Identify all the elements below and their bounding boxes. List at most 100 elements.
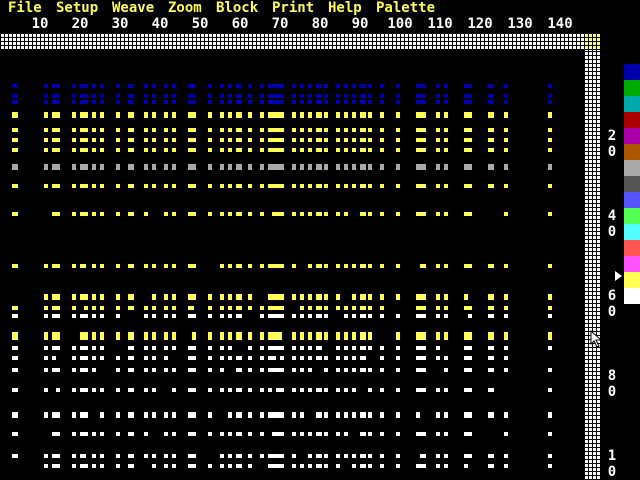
weave-cell (152, 412, 156, 418)
palette-swatch[interactable] (624, 112, 640, 128)
tieup-corner[interactable] (584, 34, 600, 50)
weave-cell (368, 464, 372, 468)
palette-swatch[interactable] (624, 192, 640, 208)
weave-cell (268, 454, 272, 458)
weave-cell (248, 454, 252, 458)
menu-file[interactable]: File (8, 0, 42, 16)
ruler-tick-label: 60 (231, 16, 249, 32)
menu-help[interactable]: Help (328, 0, 362, 16)
palette-swatch[interactable] (624, 240, 640, 256)
weave-cell (236, 464, 242, 468)
menu-palette[interactable]: Palette (376, 0, 435, 16)
treadling-grid[interactable] (584, 50, 600, 480)
weave-cell (92, 332, 96, 340)
weave-cell (100, 346, 104, 350)
drawdown-canvas[interactable] (0, 50, 584, 480)
weave-cell (468, 184, 472, 188)
weave-cell (52, 332, 56, 340)
weave-cell (380, 432, 384, 436)
weave-cell (548, 432, 552, 436)
weave-cell (464, 412, 468, 418)
ruler-tick-label: 120 (467, 16, 493, 32)
palette-swatch[interactable] (624, 80, 640, 96)
weave-cell (548, 454, 552, 458)
palette-swatch[interactable] (624, 128, 640, 144)
weave-cell (144, 454, 148, 458)
weave-cell (396, 100, 400, 104)
weave-cell (352, 128, 356, 132)
menu-weave[interactable]: Weave (112, 0, 154, 16)
weave-cell (344, 94, 348, 98)
weave-cell (116, 388, 120, 392)
weave-cell (100, 112, 104, 118)
weave-cell (272, 100, 276, 104)
weave-cell (248, 128, 252, 132)
weave-cell (44, 346, 48, 350)
weave-cell (100, 454, 104, 458)
weave-cell (72, 346, 76, 350)
weave-cell (164, 264, 168, 268)
palette-swatch[interactable] (624, 176, 640, 192)
weave-cell (52, 128, 56, 132)
weave-cell (380, 84, 384, 88)
weave-cell (100, 306, 104, 310)
weave-cell (300, 138, 304, 142)
weave-cell (292, 100, 296, 104)
weave-cell (248, 332, 252, 340)
menu-setup[interactable]: Setup (56, 0, 98, 16)
palette-swatch[interactable] (624, 224, 640, 240)
weave-cell (44, 94, 48, 98)
weave-cell (292, 346, 296, 350)
weave-cell (268, 128, 272, 132)
weave-cell (436, 128, 440, 132)
weave-cell (100, 100, 104, 104)
weave-cell (300, 432, 304, 436)
weave-cell (268, 412, 272, 418)
weave-cell (300, 464, 304, 468)
weave-cell (360, 314, 366, 318)
weave-cell (488, 94, 494, 98)
weave-cell (12, 332, 18, 340)
palette-swatch[interactable] (624, 160, 640, 176)
weave-cell (360, 138, 366, 142)
weave-cell (548, 368, 552, 372)
palette-swatch[interactable] (624, 144, 640, 160)
weave-cell (248, 112, 252, 118)
weave-cell (56, 412, 60, 418)
weave-cell (128, 368, 134, 372)
weave-cell (300, 346, 304, 350)
weave-cell (228, 314, 232, 318)
palette-swatch[interactable] (624, 96, 640, 112)
threading-grid[interactable] (0, 34, 600, 50)
palette-swatch[interactable] (624, 256, 640, 272)
weave-cell (336, 148, 340, 152)
weave-cell (220, 332, 224, 340)
palette-swatch[interactable] (624, 288, 640, 304)
weave-cell (192, 184, 196, 188)
weave-cell (52, 432, 56, 436)
menu-block[interactable]: Block (216, 0, 258, 16)
weave-cell (324, 100, 328, 104)
weave-cell (12, 314, 18, 318)
weave-cell (504, 212, 508, 216)
weave-cell (488, 138, 494, 142)
palette-swatch[interactable] (624, 208, 640, 224)
weave-cell (192, 432, 196, 436)
weave-cell (352, 184, 356, 188)
weave-cell (380, 368, 384, 372)
weave-cell (100, 388, 104, 392)
weave-cell (436, 306, 440, 310)
weave-cell (420, 212, 426, 216)
weave-cell (268, 184, 272, 188)
palette-swatch[interactable] (624, 272, 640, 288)
menu-print[interactable]: Print (272, 0, 314, 16)
weave-cell (464, 356, 468, 360)
weave-cell (44, 454, 48, 458)
weave-cell (100, 356, 104, 360)
weave-cell (56, 184, 60, 188)
weave-cell (308, 164, 312, 170)
palette-swatch[interactable] (624, 64, 640, 80)
weave-cell (444, 94, 448, 98)
menu-zoom[interactable]: Zoom (168, 0, 202, 16)
weave-cell (300, 100, 304, 104)
